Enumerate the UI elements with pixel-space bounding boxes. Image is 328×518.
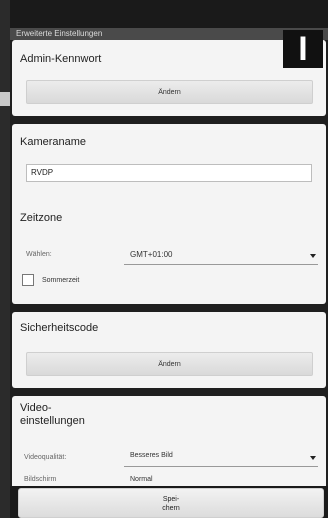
- security-code-title: Sicherheitscode: [20, 322, 99, 334]
- admin-change-button[interactable]: Ändern: [26, 80, 313, 104]
- dst-checkbox[interactable]: [22, 274, 34, 286]
- video-settings-title: Video- einstellungen: [20, 402, 85, 428]
- screen-value: Normal: [130, 476, 153, 483]
- timezone-select[interactable]: GMT+01:00: [124, 246, 318, 265]
- save-button[interactable]: Spei- chern: [18, 488, 324, 518]
- chevron-down-icon: [310, 254, 316, 258]
- video-title-line1: Video-: [20, 402, 52, 414]
- camera-name-title: Kameraname: [20, 136, 87, 148]
- security-code-card: Sicherheitscode Ändern: [12, 312, 326, 388]
- dst-label: Sommerzeit: [42, 277, 80, 284]
- video-quality-select[interactable]: Besseres Bild: [124, 448, 318, 467]
- window-title: Erweiterte Einstellungen: [10, 28, 328, 40]
- brand-logo: I: [283, 30, 323, 68]
- save-label-line2: chern: [162, 505, 180, 512]
- footer-bar: Spei- chern: [10, 486, 328, 518]
- timezone-select-label: Wählen:: [26, 251, 52, 258]
- video-quality-value: Besseres Bild: [130, 452, 173, 459]
- select-underline: [124, 264, 318, 265]
- settings-scroll-area[interactable]: Admin-Kennwort Ändern Kameraname RVDP Ze…: [10, 40, 328, 486]
- background-strip: [0, 92, 10, 106]
- timezone-card: Zeitzone Wählen: GMT+01:00 Sommerzeit: [12, 202, 326, 304]
- timezone-selected-value: GMT+01:00: [130, 250, 173, 259]
- timezone-title: Zeitzone: [20, 212, 63, 224]
- admin-password-card: Admin-Kennwort Ändern: [12, 40, 326, 116]
- video-title-line2: einstellungen: [20, 415, 85, 427]
- select-underline: [124, 466, 318, 467]
- admin-password-title: Admin-Kennwort: [20, 53, 102, 65]
- security-change-button[interactable]: Ändern: [26, 352, 313, 376]
- chevron-down-icon: [310, 456, 316, 460]
- save-label-line1: Spei-: [162, 496, 180, 503]
- video-quality-label: Videoqualität:: [24, 454, 67, 461]
- background-screen: [0, 0, 10, 518]
- video-settings-card: Video- einstellungen Videoqualität: Bess…: [12, 396, 326, 486]
- screen-label: Bildschirm: [24, 476, 57, 483]
- camera-name-input[interactable]: RVDP: [26, 164, 312, 182]
